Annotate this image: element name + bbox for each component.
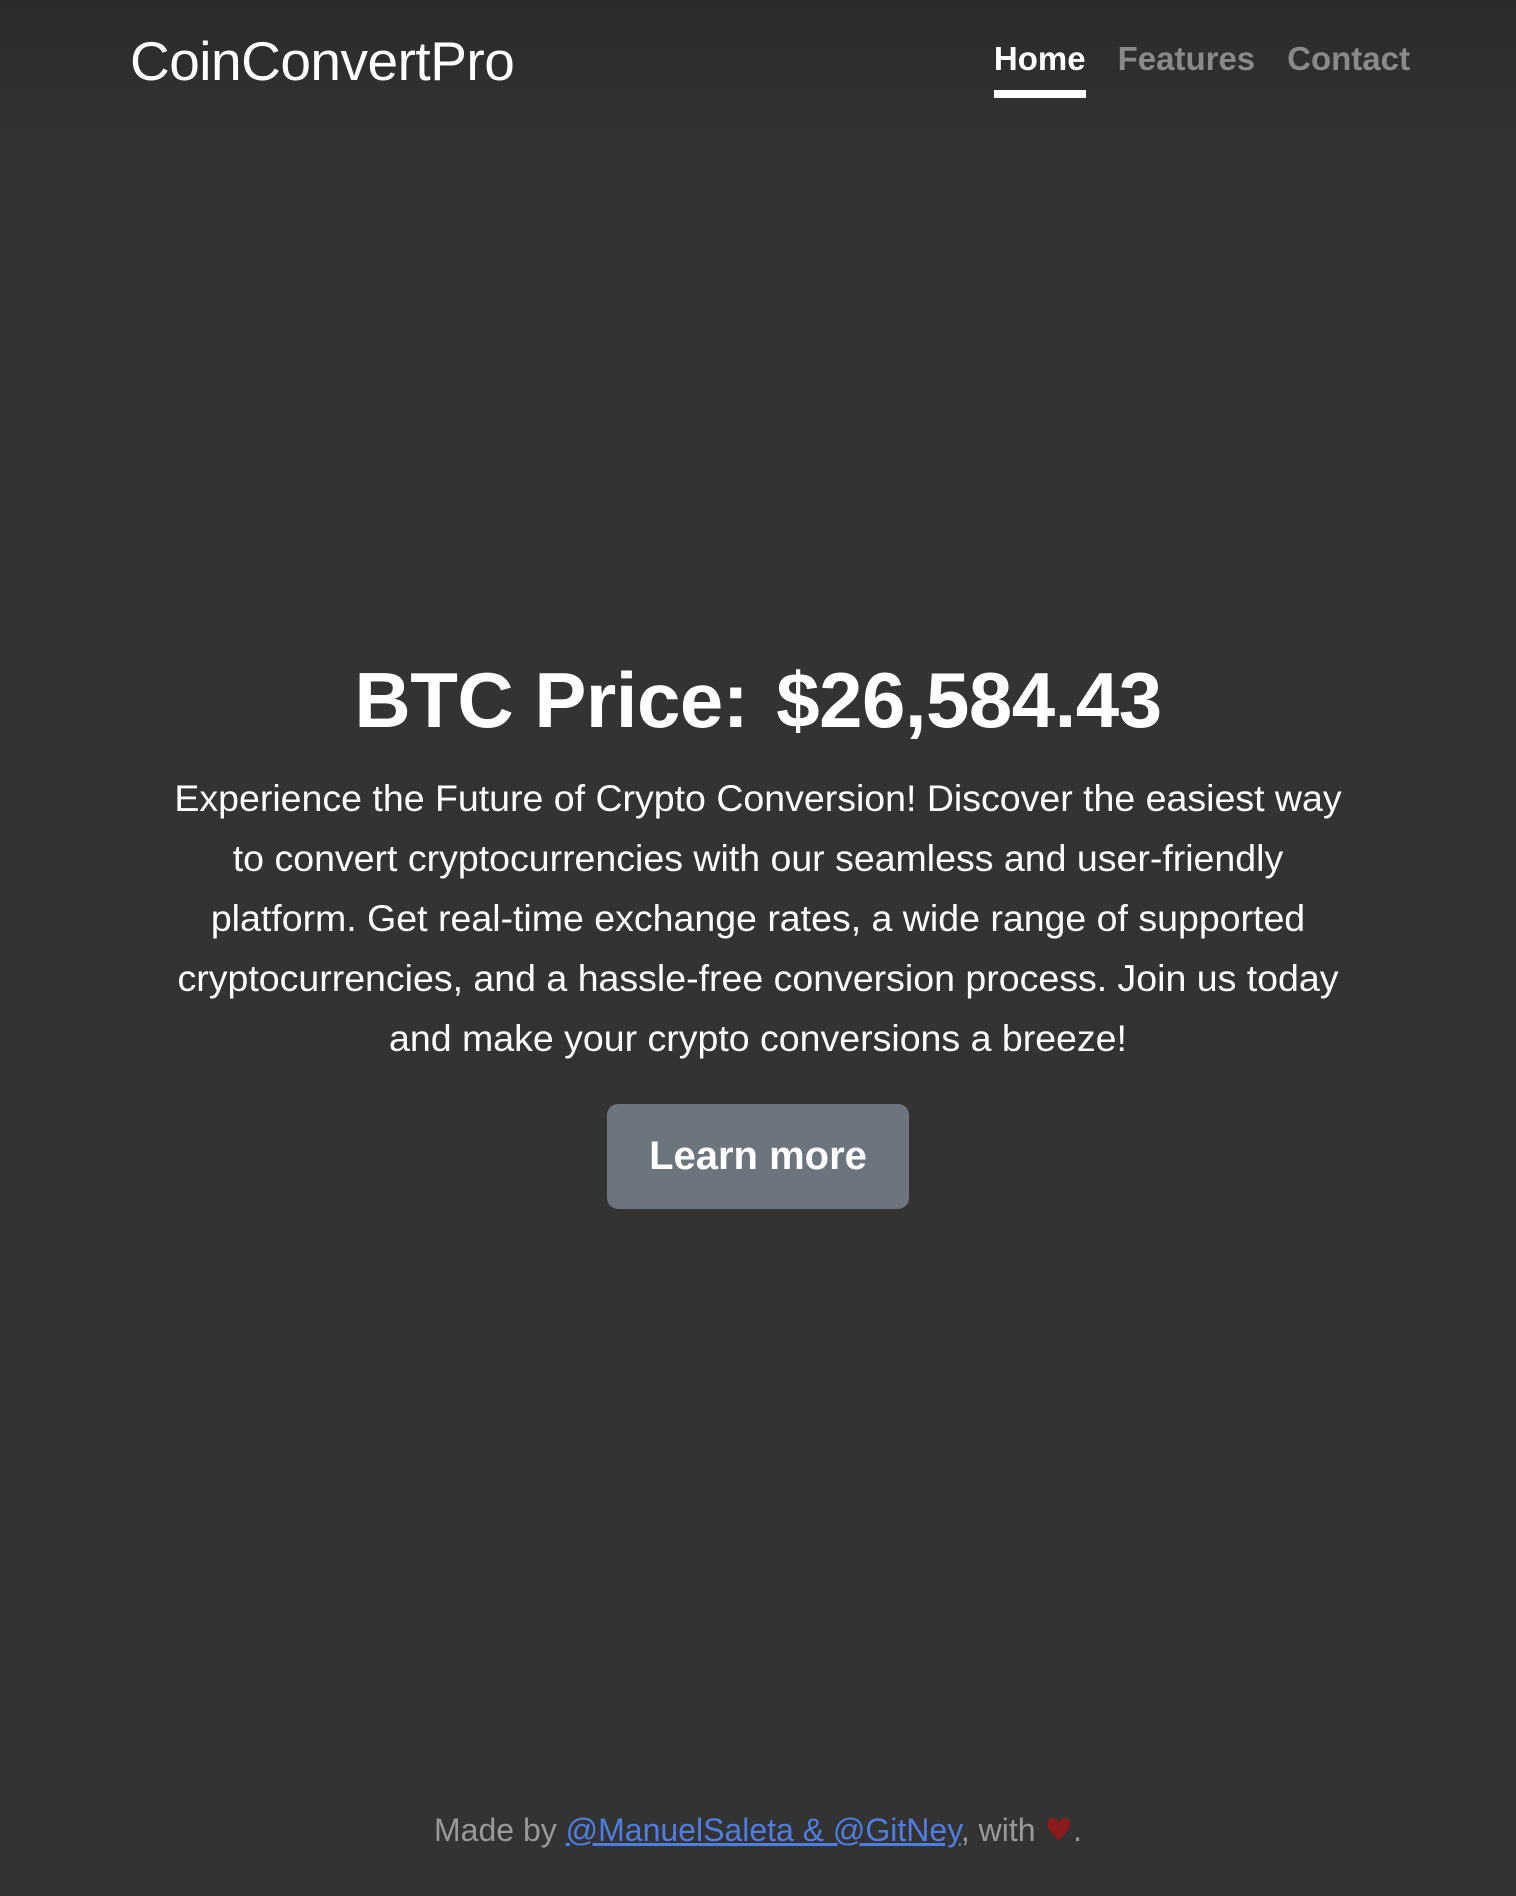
site-header: CoinConvertPro Home Features Contact [130,22,1410,132]
site-footer: Made by @ManuelSaleta & @GitNey, with ♥. [0,1811,1516,1849]
price-value: $26,584.43 [776,656,1162,744]
hero-description: Experience the Future of Crypto Conversi… [174,777,1342,1059]
footer-suffix: . [1073,1812,1082,1848]
author-link[interactable]: @ManuelSaleta & @GitNey [566,1812,961,1848]
btc-price-heading: BTC Price: $26,584.43 [158,655,1358,746]
main-nav: Home Features Contact [993,40,1410,98]
footer-prefix: Made by [434,1812,566,1848]
learn-more-button[interactable]: Learn more [607,1104,909,1209]
price-label: BTC Price: [354,656,749,744]
footer-middle: , with [960,1812,1045,1848]
brand-logo[interactable]: CoinConvertPro [130,29,515,93]
nav-link-contact[interactable]: Contact [1287,40,1410,98]
nav-link-features[interactable]: Features [1118,40,1256,98]
nav-link-home[interactable]: Home [993,40,1086,98]
hero-section: BTC Price: $26,584.43 Experience the Futu… [158,655,1358,1209]
heart-icon: ♥ [1044,1811,1074,1849]
